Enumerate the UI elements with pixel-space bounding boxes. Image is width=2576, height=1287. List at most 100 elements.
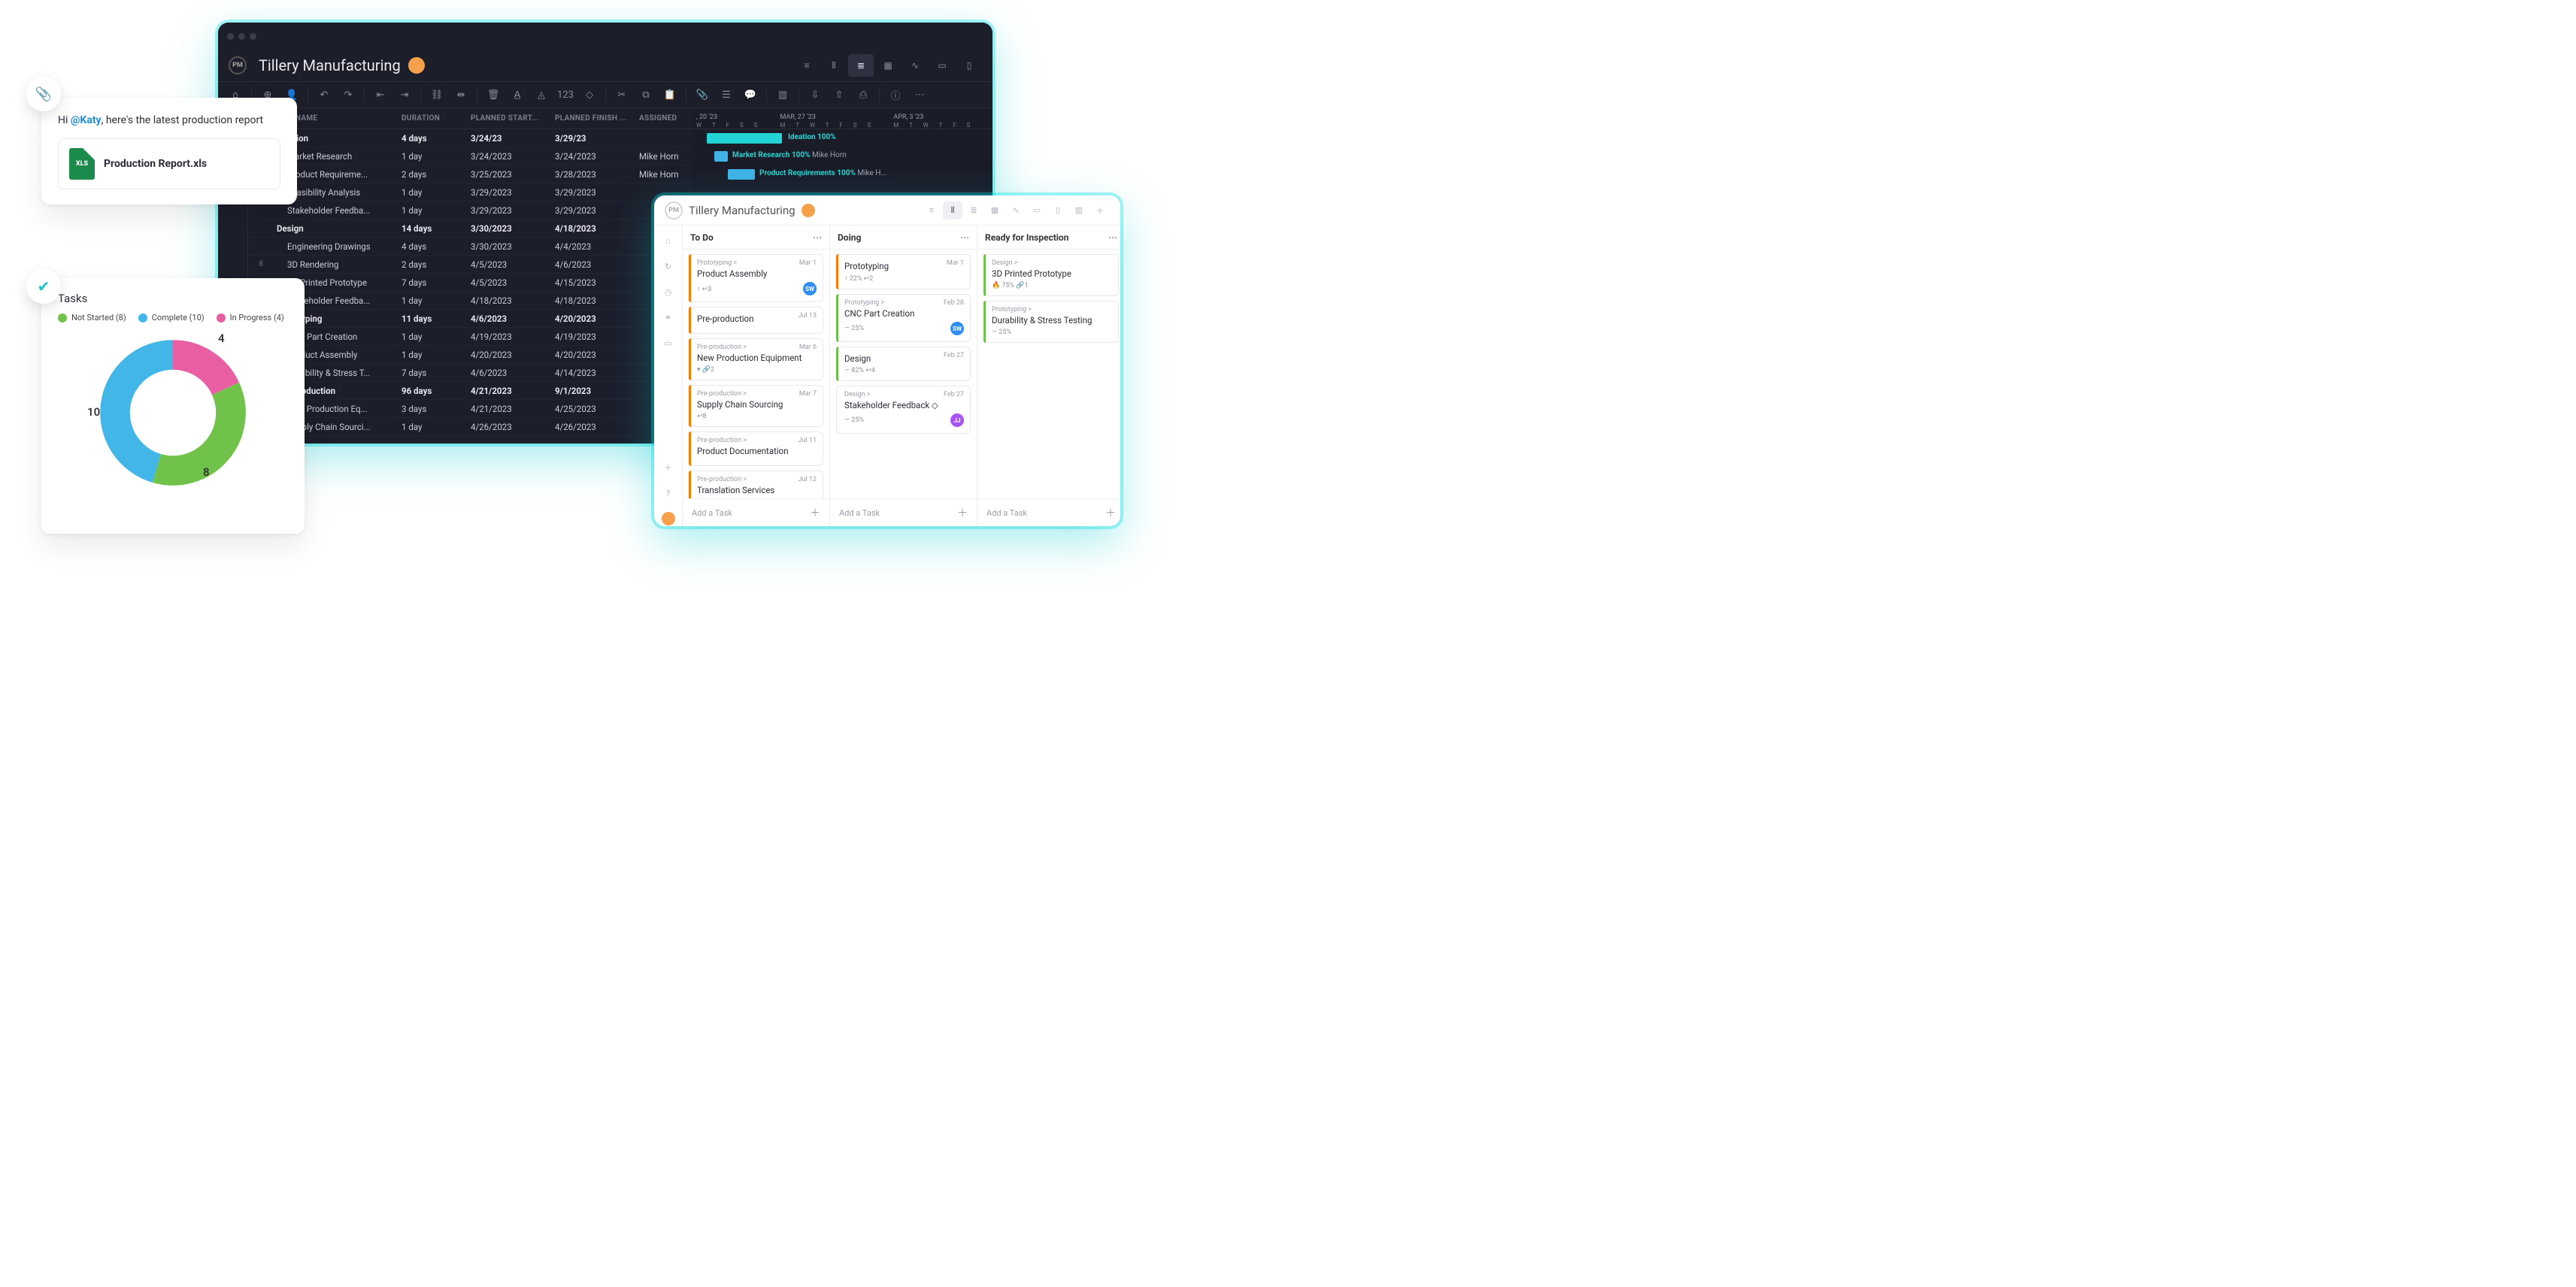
view-list-icon[interactable]: ≡ [922,201,941,220]
table-row[interactable]: Design14 days3/30/20234/18/2023 [248,220,692,238]
file-attachment[interactable]: XLS Production Report.xls [58,138,280,189]
avatar[interactable] [802,204,815,217]
col-duration[interactable]: DURATION [402,114,471,123]
rail-briefcase-icon[interactable]: ▭ [661,335,676,350]
table-row[interactable]: New Production Eq...3 days4/21/20234/25/… [248,400,692,418]
table-row[interactable]: Feasibility Analysis1 day3/29/20233/29/2… [248,183,692,201]
kanban-card[interactable]: Feb 27 Design > Stakeholder Feedback ◇ —… [836,386,971,434]
table-row[interactable]: Product Assembly1 day4/20/20234/20/2023 [248,346,692,364]
col-planned-finish[interactable]: PLANNED FINISH ... [555,114,639,123]
column-menu-icon[interactable]: ⋯ [960,232,969,243]
rail-clock-icon[interactable]: ◷ [661,284,676,299]
table-row[interactable]: CNC Part Creation1 day4/19/20234/19/2023 [248,328,692,346]
column-menu-icon[interactable]: ⋯ [1108,232,1117,243]
table-row[interactable]: Ideation4 days3/24/233/29/23 [248,129,692,147]
assignee-chip: JJ [950,413,964,427]
add-task-button[interactable]: Add a Task＋ [683,498,829,526]
info-icon[interactable]: ⓘ [886,85,905,104]
comment-icon[interactable]: 💬 [741,85,760,104]
fill-icon[interactable]: ◬ [532,85,551,104]
view-activity-icon[interactable]: ∿ [902,54,928,77]
view-calendar-icon[interactable]: ▭ [929,54,955,77]
rail-users-icon[interactable]: ⚭ [661,310,676,325]
avatar[interactable] [408,57,425,74]
view-sheet-icon[interactable]: ▦ [985,201,1005,220]
add-task-button[interactable]: Add a Task＋ [977,498,1120,526]
card-date: Mar 6 [799,344,817,351]
kanban-card[interactable]: Mar 6 Pre-production > New Production Eq… [689,338,823,380]
table-row[interactable]: Engineering Drawings4 days3/30/20234/4/2… [248,238,692,256]
delete-icon[interactable]: 🗑 [483,85,503,104]
text-color-icon[interactable]: A̲ [508,85,527,104]
table-row[interactable]: Market Research1 day3/24/20233/24/2023Mi… [248,147,692,165]
print-icon[interactable]: ⎙ [853,85,873,104]
more-icon[interactable]: ⋯ [910,85,929,104]
add-task-button[interactable]: Add a Task＋ [830,498,977,526]
kanban-card[interactable]: Feb 28 Prototyping > CNC Part Creation —… [836,294,971,342]
rail-avatar[interactable] [661,511,676,526]
mention[interactable]: @Katy [71,114,102,126]
column-menu-icon[interactable]: ⋯ [813,232,822,243]
rail-home-icon[interactable]: ⌂ [661,233,676,248]
gantt-bar-market[interactable] [714,151,728,162]
kanban-card[interactable]: Feb 27 Design — 82% ↩4 [836,347,971,381]
view-file-icon[interactable]: ▯ [956,54,982,77]
view-board-icon[interactable]: ⫴ [821,54,847,77]
export-icon[interactable]: ⇧ [829,85,849,104]
view-list-icon[interactable]: ≡ [794,54,820,77]
kanban-card[interactable]: Jul 13 Pre-production [689,307,823,334]
number-icon[interactable]: 123 [556,85,575,104]
columns-icon[interactable]: ▥ [773,85,792,104]
table-row[interactable]: Prototyping11 days4/6/20234/20/2023 [248,310,692,328]
undo-icon[interactable]: ↶ [314,85,334,104]
view-dashboard-icon[interactable]: ▥ [1069,201,1089,220]
paste-icon[interactable]: 📋 [660,85,680,104]
kanban-card[interactable]: Jul 11 Pre-production > Product Document… [689,432,823,466]
table-row[interactable]: Supply Chain Sourci...1 day4/26/20234/26… [248,418,692,436]
unlink-icon[interactable]: ⇹ [451,85,471,104]
gantt-bar-product[interactable] [728,169,755,180]
table-row[interactable]: Durability & Stress T...7 days4/6/20234/… [248,364,692,382]
kanban-card[interactable]: Mar 1 Prototyping > Product Assembly ↑ ↩… [689,254,823,302]
import-icon[interactable]: ⇩ [805,85,825,104]
table-row[interactable]: Pre-production96 days4/21/20239/1/2023 [248,382,692,400]
chart-legend: Not Started (8) Complete (10) In Progres… [58,313,288,323]
rail-help-icon[interactable]: ? [661,486,676,501]
table-row[interactable]: 93D Printed Prototype7 days4/5/20234/15/… [248,274,692,292]
view-file-icon[interactable]: ▯ [1048,201,1068,220]
diamond-icon[interactable]: ◇ [580,85,599,104]
table-row[interactable]: 83D Rendering2 days4/5/20234/6/2023 [248,256,692,274]
col-assigned[interactable]: ASSIGNED [639,114,692,123]
table-row[interactable]: Product Requireme...2 days3/25/20233/28/… [248,165,692,183]
view-sheet-icon[interactable]: ▦ [875,54,901,77]
view-gantt-icon[interactable]: ≣ [964,201,983,220]
kanban-card[interactable]: Mar 1 Prototyping ↑ 22% ↩2 [836,254,971,289]
gantt-bar-ideation[interactable] [707,133,782,144]
comment-text: Hi @Katy, here's the latest production r… [58,113,280,128]
kanban-card[interactable]: Design > 3D Printed Prototype 🔥 75% 🔗1 [983,254,1119,296]
window-controls[interactable] [227,33,256,40]
note-icon[interactable]: ☰ [717,85,736,104]
kanban-card[interactable]: Mar 7 Pre-production > Supply Chain Sour… [689,385,823,427]
col-planned-start[interactable]: PLANNED START... [471,114,555,123]
indent-icon[interactable]: ⇥ [395,85,414,104]
link-icon[interactable]: ⛓ [427,85,447,104]
card-date: Jul 11 [799,437,817,444]
rail-refresh-icon[interactable]: ↻ [661,259,676,274]
view-board-icon[interactable]: ⫴ [943,201,962,220]
table-row[interactable]: Stakeholder Feedba...1 day4/18/20234/18/… [248,292,692,310]
outdent-icon[interactable]: ⇤ [371,85,390,104]
kanban-card[interactable]: Prototyping > Durability & Stress Testin… [983,301,1119,343]
rail-add-icon[interactable]: ＋ [661,460,676,475]
table-row[interactable]: Stakeholder Feedba...1 day3/29/20233/29/… [248,201,692,220]
view-activity-icon[interactable]: ∿ [1006,201,1026,220]
attach-icon[interactable]: 📎 [692,85,712,104]
view-calendar-icon[interactable]: ▭ [1027,201,1047,220]
view-add-icon[interactable]: ＋ [1090,201,1110,220]
copy-icon[interactable]: ⧉ [636,85,656,104]
card-title: Stakeholder Feedback ◇ [844,400,964,410]
cut-icon[interactable]: ✂ [612,85,632,104]
kanban-card[interactable]: Jul 12 Pre-production > Translation Serv… [689,471,823,498]
view-gantt-icon[interactable]: ≣ [848,54,874,77]
redo-icon[interactable]: ↷ [338,85,358,104]
